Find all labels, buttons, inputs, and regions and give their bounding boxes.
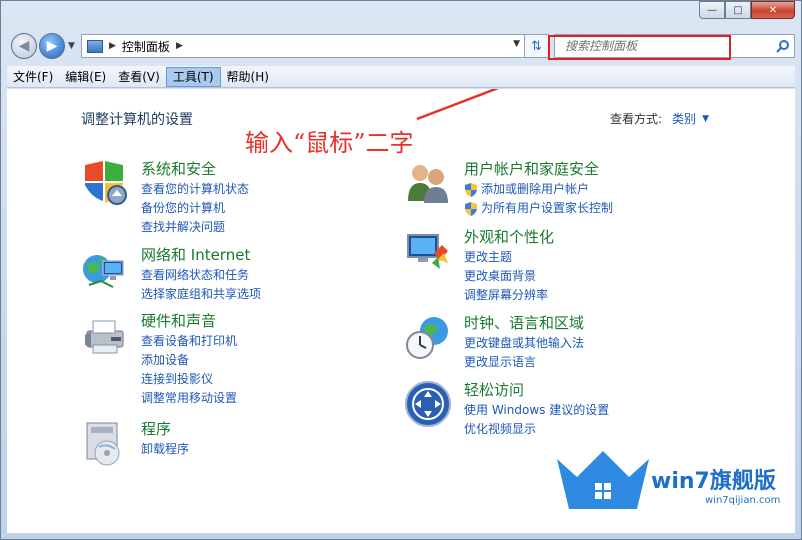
breadcrumb-control-panel[interactable]: 控制面板 [122, 38, 170, 55]
watermark-brand: win7旗舰版 [651, 469, 776, 494]
uac-shield-icon [465, 182, 477, 197]
category-title-system[interactable]: 系统和安全 [141, 159, 441, 179]
link-connect-projector[interactable]: 连接到投影仪 [141, 370, 441, 389]
link-change-theme[interactable]: 更改主题 [464, 248, 764, 267]
search-box[interactable] [554, 34, 795, 58]
link-parental-controls[interactable]: 为所有用户设置家长控制 [464, 199, 764, 218]
link-backup-computer[interactable]: 备份您的计算机 [141, 199, 441, 218]
link-screen-resolution[interactable]: 调整屏幕分辨率 [464, 286, 764, 305]
search-input[interactable] [565, 36, 772, 56]
forward-arrow-icon: ▶ [46, 38, 58, 54]
address-bar[interactable]: ▶ 控制面板 ▶ ▼ [81, 34, 525, 58]
programs-icon[interactable] [81, 419, 129, 467]
uac-shield-icon [465, 201, 477, 216]
caption-buttons: — □ ✕ [699, 1, 795, 19]
watermark-site: win7qijian.com [705, 495, 781, 506]
link-optimize-video[interactable]: 优化视频显示 [464, 420, 764, 439]
chevron-down-icon[interactable]: ▼ [702, 114, 709, 124]
refresh-button[interactable]: ⇅ [525, 34, 549, 58]
minimize-button[interactable]: — [699, 1, 725, 19]
printer-icon[interactable] [81, 311, 129, 359]
clock-globe-icon[interactable] [404, 313, 452, 361]
breadcrumb-separator-icon[interactable]: ▶ [109, 41, 116, 51]
crown-logo-icon [557, 451, 649, 509]
link-homegroup-sharing[interactable]: 选择家庭组和共享选项 [141, 285, 441, 304]
breadcrumb-chevron-icon[interactable]: ▶ [176, 41, 183, 51]
menu-help[interactable]: 帮助(H) [221, 67, 275, 87]
page-title: 调整计算机的设置 [81, 112, 193, 128]
shield-icon[interactable] [81, 159, 129, 207]
close-button[interactable]: ✕ [751, 1, 795, 19]
view-by-value[interactable]: 类别 [672, 110, 696, 127]
control-panel-icon [87, 39, 103, 53]
category-title-appearance[interactable]: 外观和个性化 [464, 227, 764, 247]
search-icon[interactable] [772, 39, 794, 53]
link-view-computer-status[interactable]: 查看您的计算机状态 [141, 180, 441, 199]
category-title-hardware[interactable]: 硬件和声音 [141, 311, 441, 331]
link-devices-printers[interactable]: 查看设备和打印机 [141, 332, 441, 351]
network-globe-icon[interactable] [81, 245, 129, 293]
link-parental-controls-label: 为所有用户设置家长控制 [481, 201, 614, 215]
content-area: 调整计算机的设置 查看方式: 类别 ▼ 输入“鼠标”二字 系统和安全 查看您的计 [7, 89, 795, 533]
link-display-language[interactable]: 更改显示语言 [464, 353, 764, 372]
link-windows-suggested-settings[interactable]: 使用 Windows 建议的设置 [464, 401, 764, 420]
refresh-icon: ⇅ [531, 38, 542, 54]
appearance-icon[interactable] [404, 227, 452, 275]
category-title-users[interactable]: 用户帐户和家庭安全 [464, 159, 764, 179]
menu-file[interactable]: 文件(F) [7, 67, 59, 87]
view-by-label: 查看方式: [610, 112, 663, 126]
menu-edit[interactable]: 编辑(E) [59, 67, 112, 87]
ease-of-access-icon[interactable] [404, 380, 452, 428]
back-button[interactable]: ◀ [11, 33, 37, 59]
menu-tools[interactable]: 工具(T) [165, 66, 221, 87]
menu-bar: 文件(F) 编辑(E) 查看(V) 工具(T) 帮助(H) [7, 66, 795, 88]
link-add-remove-users-label: 添加或删除用户帐户 [481, 182, 590, 196]
forward-button[interactable]: ▶ [39, 33, 65, 59]
link-add-device[interactable]: 添加设备 [141, 351, 441, 370]
back-arrow-icon: ◀ [18, 38, 30, 54]
menu-view[interactable]: 查看(V) [112, 67, 166, 87]
address-dropdown-icon[interactable]: ▼ [513, 39, 520, 49]
link-troubleshoot[interactable]: 查找并解决问题 [141, 218, 441, 237]
category-title-programs[interactable]: 程序 [141, 419, 441, 439]
link-keyboard-input[interactable]: 更改键盘或其他输入法 [464, 334, 764, 353]
category-title-clock[interactable]: 时钟、语言和区域 [464, 313, 764, 333]
link-add-remove-users[interactable]: 添加或删除用户帐户 [464, 180, 764, 199]
link-mobility-settings[interactable]: 调整常用移动设置 [141, 389, 441, 408]
watermark: win7旗舰版 win7qijian.com [535, 449, 795, 533]
users-icon[interactable] [404, 159, 452, 207]
history-dropdown-icon[interactable]: ▼ [68, 41, 75, 51]
control-panel-window: — □ ✕ ◀ ▶ ▼ ▶ 控制面板 ▶ ▼ ⇅ 搜索控制面板 文件(F) 编辑… [0, 0, 802, 540]
annotation-text: 输入“鼠标”二字 [245, 129, 414, 157]
link-uninstall-program[interactable]: 卸载程序 [141, 440, 441, 459]
link-network-status[interactable]: 查看网络状态和任务 [141, 266, 441, 285]
category-title-ease[interactable]: 轻松访问 [464, 380, 764, 400]
navigation-row: ◀ ▶ ▼ ▶ 控制面板 ▶ ▼ ⇅ [9, 31, 795, 61]
link-desktop-background[interactable]: 更改桌面背景 [464, 267, 764, 286]
view-by-control: 查看方式: 类别 ▼ [610, 110, 709, 127]
category-title-network[interactable]: 网络和 Internet [141, 245, 441, 265]
maximize-button[interactable]: □ [725, 1, 751, 19]
